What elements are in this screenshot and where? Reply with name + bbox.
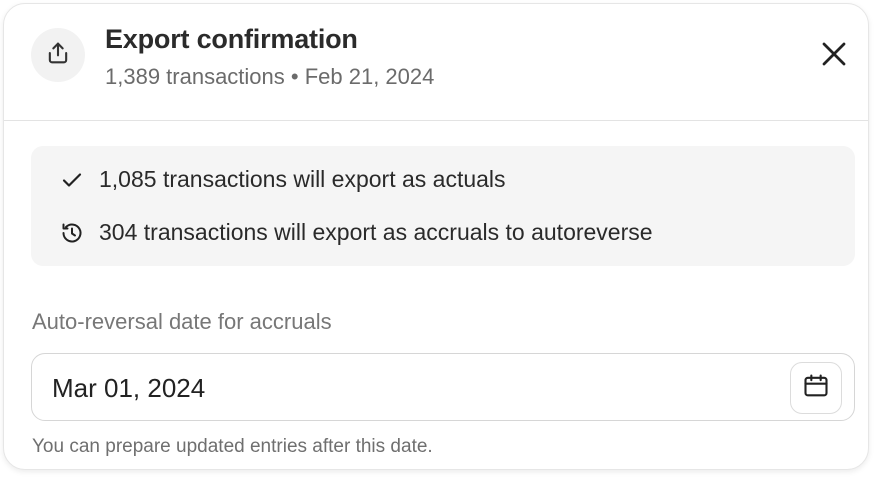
history-icon [59, 220, 85, 246]
checkmark-icon [59, 167, 85, 193]
export-summary-panel: 1,085 transactions will export as actual… [31, 146, 855, 266]
dialog-title: Export confirmation [105, 24, 358, 54]
actuals-summary-text: 1,085 transactions will export as actual… [99, 166, 506, 192]
accruals-summary-text: 304 transactions will export as accruals… [99, 219, 653, 245]
export-confirmation-dialog: Export confirmation 1,389 transactions •… [3, 3, 869, 470]
dialog-subtitle: 1,389 transactions • Feb 21, 2024 [105, 64, 435, 89]
close-button[interactable] [816, 38, 852, 74]
accruals-summary-row: 304 transactions will export as accruals… [59, 219, 653, 246]
close-icon [819, 39, 849, 74]
calendar-icon [802, 372, 830, 405]
reversal-date-value[interactable]: Mar 01, 2024 [52, 373, 205, 404]
reversal-date-field[interactable]: Mar 01, 2024 [31, 353, 855, 421]
calendar-button[interactable] [790, 362, 842, 414]
reversal-date-helper-text: You can prepare updated entries after th… [32, 436, 433, 457]
reversal-date-label: Auto-reversal date for accruals [32, 309, 332, 334]
export-icon-badge [31, 28, 85, 82]
actuals-summary-row: 1,085 transactions will export as actual… [59, 166, 506, 193]
upload-export-icon [44, 39, 72, 72]
dialog-header: Export confirmation 1,389 transactions •… [4, 4, 868, 121]
